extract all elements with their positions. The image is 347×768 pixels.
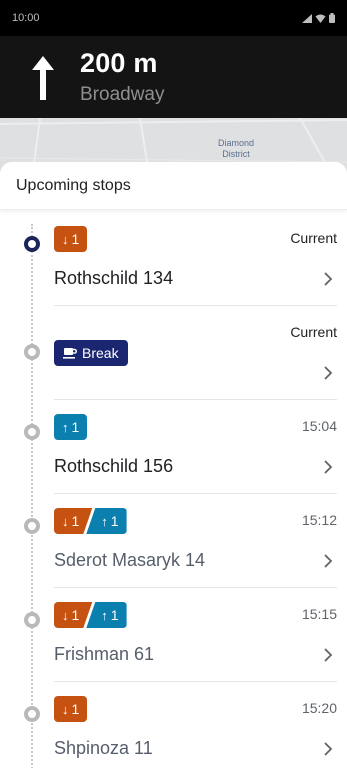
dropoff-count: 1 (71, 231, 80, 247)
stop-item[interactable]: ↑ 1 15:04 Rothschild 156 (0, 400, 347, 494)
signal-icon (302, 13, 312, 23)
stop-dot (24, 612, 40, 628)
stop-address: Frishman 61 (54, 644, 155, 664)
stop-badges: ↓ 1 ↑ 1 (54, 508, 127, 534)
pickup-badge: ↑ 1 (86, 508, 127, 534)
chevron-right-icon (324, 742, 333, 756)
stop-item[interactable]: ↓ 1 Current Rothschild 134 (0, 212, 347, 306)
dropoff-badge: ↓ 1 (54, 696, 88, 722)
chevron-right-icon (324, 272, 333, 286)
dropoff-count: 1 (71, 701, 80, 717)
arrow-up-icon: ↑ (62, 419, 69, 435)
stop-time: 15:04 (301, 418, 337, 434)
stop-badges: ↑ 1 (54, 414, 88, 440)
arrow-up-icon: ↑ (101, 513, 108, 529)
wifi-icon (315, 14, 326, 23)
pickup-count: 1 (71, 419, 80, 435)
map-label: Diamond District (217, 138, 255, 159)
stop-dot (24, 706, 40, 722)
status-bar: 10:00 (0, 0, 347, 36)
stop-item[interactable]: ↓ 1 ↑ 1 15:15 Frishman 61 (0, 588, 347, 682)
arrow-down-icon: ↓ (62, 513, 69, 529)
stop-time: Current (290, 230, 337, 246)
stop-time: 15:12 (301, 512, 337, 528)
arrow-down-icon: ↓ (62, 231, 69, 247)
pickup-count: 1 (110, 513, 119, 529)
stop-time: 15:20 (301, 700, 337, 716)
pickup-badge: ↑ 1 (54, 414, 88, 440)
stop-time: 15:15 (301, 606, 337, 622)
arrow-up-icon (32, 56, 54, 100)
dropoff-pickup-badge: ↓ 1 ↑ 1 (54, 508, 127, 534)
dropoff-pickup-badge: ↓ 1 ↑ 1 (54, 602, 127, 628)
break-label: Break (82, 345, 119, 361)
chevron-right-icon (324, 460, 333, 474)
arrow-down-icon: ↓ (62, 701, 69, 717)
pickup-count: 1 (110, 607, 119, 623)
battery-icon (329, 13, 335, 23)
maneuver-distance: 200 m (80, 48, 158, 78)
stop-dot (24, 518, 40, 534)
navigation-header: 10:00 200 m Broadway (0, 0, 347, 118)
dropoff-badge: ↓ 1 (54, 602, 92, 628)
stop-address: Rothschild 156 (54, 456, 174, 476)
pickup-badge: ↑ 1 (86, 602, 127, 628)
current-stop-dot (24, 236, 40, 252)
stop-badges: ↓ 1 ↑ 1 (54, 602, 127, 628)
sheet-header[interactable]: Upcoming stops (0, 162, 347, 210)
status-icons (302, 13, 335, 23)
stop-address: Shpinoza 11 (54, 738, 153, 758)
arrow-down-icon: ↓ (62, 607, 69, 623)
chevron-right-icon (324, 648, 333, 662)
dropoff-badge: ↓ 1 (54, 226, 88, 252)
stop-dot (24, 424, 40, 440)
stop-badges: Break (54, 340, 128, 366)
stop-badges: ↓ 1 (54, 226, 88, 252)
stop-address: Sderot Masaryk 14 (54, 550, 206, 570)
break-badge: Break (54, 340, 128, 366)
chevron-right-icon (324, 554, 333, 568)
maneuver-panel[interactable]: 200 m Broadway (8, 36, 347, 118)
coffee-cup-icon (63, 348, 77, 359)
stop-item[interactable]: ↓ 1 15:20 Shpinoza 11 (0, 682, 347, 768)
chevron-right-icon (324, 366, 333, 380)
dropoff-count: 1 (71, 513, 80, 529)
stop-item-break[interactable]: Break Current (0, 306, 347, 400)
maneuver-street: Broadway (80, 84, 165, 105)
stop-address: Rothschild 134 (54, 268, 174, 288)
dropoff-badge: ↓ 1 (54, 508, 92, 534)
dropoff-count: 1 (71, 607, 80, 623)
stop-time: Current (290, 324, 337, 340)
stop-item[interactable]: ↓ 1 ↑ 1 15:12 Sderot Masaryk 14 (0, 494, 347, 588)
upcoming-stops-sheet: Upcoming stops ↓ 1 Current Rothschild 13… (0, 162, 347, 768)
stop-badges: ↓ 1 (54, 696, 88, 722)
status-time: 10:00 (12, 12, 40, 24)
sheet-title: Upcoming stops (16, 176, 131, 194)
stop-dot (24, 344, 40, 360)
arrow-up-icon: ↑ (101, 607, 108, 623)
